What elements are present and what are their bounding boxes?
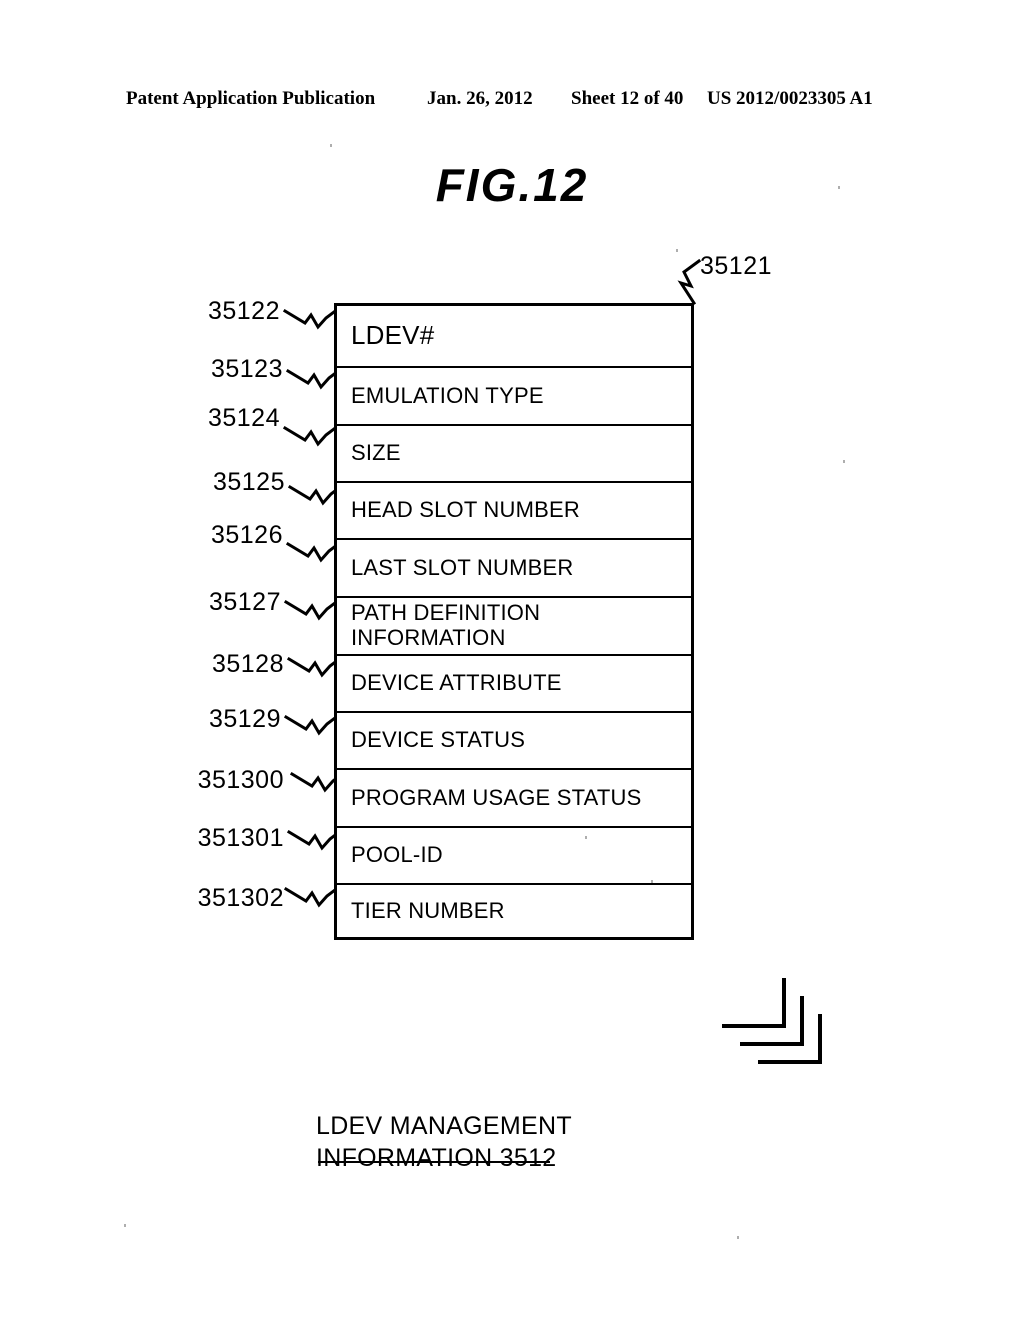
sheet-number: Sheet 12 of 40 — [571, 88, 684, 109]
reference-label-row-8: 35129 — [208, 705, 281, 733]
scan-speckle — [585, 836, 587, 839]
table-row-pool-id: POOL-ID — [337, 828, 691, 885]
scan-speckle — [676, 249, 678, 252]
reference-label-row-3: 35124 — [207, 404, 280, 432]
leader-35126 — [285, 541, 340, 563]
patent-number: US 2012/0023305 A1 — [707, 88, 873, 109]
corner-bracket-2 — [740, 996, 804, 1046]
reference-label-row-5: 35126 — [210, 521, 283, 549]
corner-bracket-1 — [722, 978, 786, 1028]
page-header: Patent Application Publication Jan. 26, … — [0, 88, 1024, 116]
leader-35128 — [286, 656, 341, 678]
stacked-tables-corner-marks — [722, 978, 822, 1064]
leader-35123 — [285, 368, 340, 390]
table-row-emulation-type: EMULATION TYPE — [337, 368, 691, 426]
table-row-device-attribute: DEVICE ATTRIBUTE — [337, 656, 691, 713]
publication-label: Patent Application Publication — [126, 88, 376, 109]
table-row-tier-number: TIER NUMBER — [351, 897, 505, 923]
leader-35121 — [677, 258, 702, 306]
leader-351302 — [283, 886, 338, 908]
figure-caption: LDEV MANAGEMENT INFORMATION 3512 — [316, 1112, 572, 1172]
table-row-head-slot-number: HEAD SLOT NUMBER — [337, 483, 691, 540]
leader-351301 — [286, 829, 341, 851]
leader-35124 — [282, 425, 337, 447]
reference-label-row-10: 351301 — [197, 824, 284, 852]
reference-label-row-9: 351300 — [197, 766, 284, 794]
reference-label-row-7: 35128 — [211, 650, 284, 678]
leader-35129 — [283, 714, 338, 736]
table-row-last-slot-number: LAST SLOT NUMBER — [337, 540, 691, 598]
reference-label-row-11: 351302 — [197, 884, 284, 912]
table-row-path-definition-info: PATH DEFINITION INFORMATION — [337, 598, 691, 656]
leader-35127 — [283, 599, 338, 621]
scan-speckle — [124, 1224, 126, 1227]
reference-label-row-2: 35123 — [210, 355, 283, 383]
reference-label-row-4: 35125 — [212, 468, 285, 496]
scan-speckle — [737, 1236, 739, 1239]
figure-title: FIG.12 — [435, 159, 589, 211]
caption-underline — [318, 1161, 550, 1163]
scan-speckle — [330, 144, 332, 147]
leader-35122 — [282, 308, 337, 330]
corner-bracket-3 — [758, 1014, 822, 1064]
reference-label-row-1: 35122 — [207, 297, 280, 325]
table-row-ldev-number: LDEV# — [337, 306, 691, 368]
table-row-program-usage-status: PROGRAM USAGE STATUS — [337, 770, 691, 828]
table-row-size: SIZE — [337, 426, 691, 483]
reference-label-table: 35121 — [700, 252, 773, 280]
scan-speckle — [651, 880, 653, 883]
publication-date: Jan. 26, 2012 — [427, 88, 533, 109]
scan-speckle — [843, 460, 845, 463]
ldev-management-table: LDEV# EMULATION TYPE SIZE HEAD SLOT NUMB… — [334, 303, 694, 940]
scan-speckle — [838, 186, 840, 189]
leader-35125 — [287, 484, 342, 506]
reference-label-row-6: 35127 — [208, 588, 281, 616]
table-row-device-status: DEVICE STATUS — [337, 713, 691, 770]
